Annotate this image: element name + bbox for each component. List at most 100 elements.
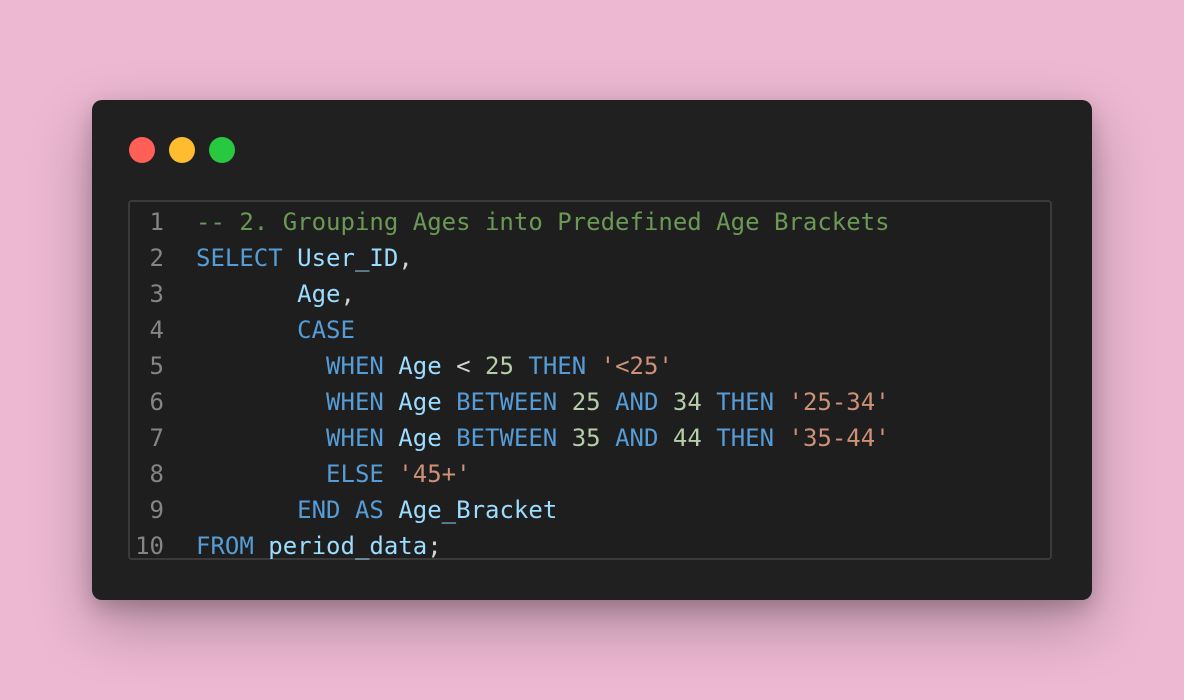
- code-token-keyword: ELSE: [326, 460, 384, 488]
- code-line: 1 -- 2. Grouping Ages into Predefined Age…: [130, 204, 1050, 240]
- code-token-keyword: THEN: [716, 424, 775, 452]
- line-number: 4: [149, 316, 164, 344]
- line-number: 5: [149, 352, 164, 380]
- code-token-comment: -- 2. Grouping Ages into Predefined Age …: [196, 208, 890, 236]
- code-line: 3 Age,: [130, 276, 1050, 312]
- code-line: 4 CASE: [130, 312, 1050, 348]
- code-token-number: 25: [485, 352, 514, 380]
- code-token-ident: User_ID: [297, 244, 399, 272]
- code-token-punct: ,: [340, 280, 355, 308]
- line-content: -- 2. Grouping Ages into Predefined Age …: [164, 204, 890, 240]
- code-token-keyword: WHEN: [326, 424, 384, 452]
- code-token-string: '25-34': [788, 388, 890, 416]
- code-token-keyword: WHEN: [326, 352, 384, 380]
- line-content: FROM period_data;: [164, 528, 442, 564]
- line-number: 1: [149, 208, 164, 236]
- code-token-keyword: SELECT: [196, 244, 283, 272]
- code-token-ident: Age: [398, 424, 442, 452]
- code-window: 1 -- 2. Grouping Ages into Predefined Age…: [92, 100, 1092, 600]
- code-token-number: 34: [672, 388, 702, 416]
- line-number: 2: [149, 244, 164, 272]
- code-line: 8 ELSE '45+': [130, 456, 1050, 492]
- close-button[interactable]: [129, 137, 155, 163]
- code-editor[interactable]: 1 -- 2. Grouping Ages into Predefined Age…: [128, 200, 1052, 560]
- line-content: Age,: [164, 276, 355, 312]
- code-line: 9 END AS Age_Bracket: [130, 492, 1050, 528]
- code-token-keyword: WHEN: [326, 388, 384, 416]
- line-number: 7: [149, 424, 164, 452]
- code-token-punct: ,: [398, 244, 413, 272]
- line-number: 8: [149, 460, 164, 488]
- code-token-keyword: BETWEEN: [456, 424, 558, 452]
- code-token-punct: ;: [427, 532, 442, 560]
- code-token-keyword: AS: [354, 496, 384, 524]
- code-token-ident: Age_Bracket: [398, 496, 558, 524]
- code-token-keyword: AND: [615, 388, 659, 416]
- code-token-string: '35-44': [788, 424, 890, 452]
- line-number: 9: [149, 496, 164, 524]
- line-number: 3: [149, 280, 164, 308]
- code-token-ident: Age: [398, 352, 442, 380]
- window-controls: [129, 137, 235, 163]
- code-line: 6 WHEN Age BETWEEN 25 AND 34 THEN '25-34…: [130, 384, 1050, 420]
- code-token-keyword: AND: [615, 424, 659, 452]
- line-content: END AS Age_Bracket: [164, 492, 557, 528]
- code-token-keyword: END: [297, 496, 341, 524]
- line-number: 6: [149, 388, 164, 416]
- code-token-number: 25: [571, 388, 601, 416]
- code-token-keyword: FROM: [196, 532, 254, 560]
- code-token-keyword: THEN: [528, 352, 587, 380]
- code-lines: 1 -- 2. Grouping Ages into Predefined Age…: [130, 204, 1050, 564]
- line-content: CASE: [164, 312, 355, 348]
- zoom-button[interactable]: [209, 137, 235, 163]
- code-token-ident: period_data: [268, 532, 428, 560]
- code-line: 10 FROM period_data;: [130, 528, 1050, 564]
- code-token-ident: Age: [297, 280, 341, 308]
- line-content: WHEN Age BETWEEN 25 AND 34 THEN '25-34': [164, 384, 890, 420]
- line-content: ELSE '45+': [164, 456, 471, 492]
- code-token-punct: <: [441, 352, 486, 380]
- line-content: SELECT User_ID,: [164, 240, 413, 276]
- code-token-keyword: THEN: [716, 388, 775, 416]
- code-token-string: '<25': [600, 352, 673, 380]
- code-token-number: 44: [672, 424, 702, 452]
- code-line: 5 WHEN Age < 25 THEN '<25': [130, 348, 1050, 384]
- line-number: 10: [135, 532, 164, 560]
- minimize-button[interactable]: [169, 137, 195, 163]
- line-content: WHEN Age BETWEEN 35 AND 44 THEN '35-44': [164, 420, 890, 456]
- line-content: WHEN Age < 25 THEN '<25': [164, 348, 673, 384]
- code-token-string: '45+': [398, 460, 471, 488]
- code-token-keyword: CASE: [297, 316, 355, 344]
- code-token-number: 35: [571, 424, 601, 452]
- code-token-ident: Age: [398, 388, 442, 416]
- code-line: 2 SELECT User_ID,: [130, 240, 1050, 276]
